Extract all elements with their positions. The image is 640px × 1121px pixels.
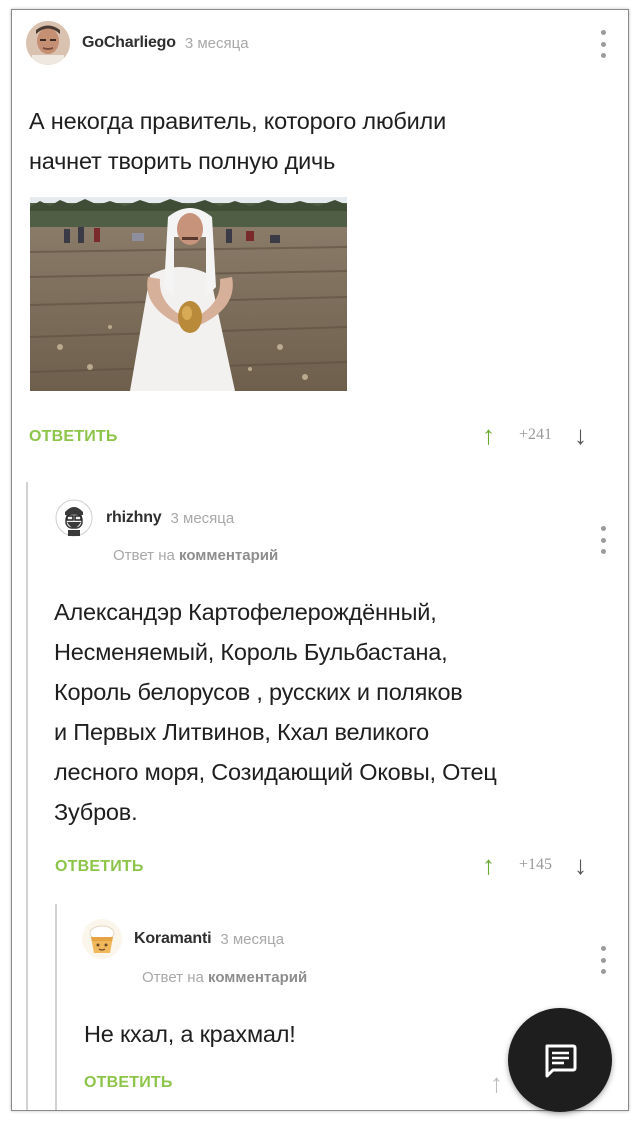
comment-header: GoCharliego 3 месяца — [26, 18, 249, 68]
comments-screen: GoCharliego 3 месяца А некогда правитель… — [11, 9, 629, 1111]
comment-fab-button[interactable] — [508, 1008, 612, 1112]
vote-widget: ↑ — [490, 1070, 503, 1096]
timestamp: 3 месяца — [220, 930, 285, 948]
score: +145 — [519, 856, 553, 873]
arrow-up-icon[interactable]: ↑ — [482, 852, 495, 878]
username[interactable]: rhizhny — [106, 509, 162, 527]
text-line: Несменяемый, Король Бульбастана, — [54, 639, 448, 665]
vote-widget: ↑ +241 ↓ — [482, 422, 587, 448]
more-vertical-icon[interactable] — [599, 946, 607, 974]
comment-text: Александэр Картофелерождённый, Несменяем… — [54, 592, 497, 832]
username[interactable]: GoCharliego — [82, 34, 176, 52]
arrow-up-icon[interactable]: ↑ — [482, 422, 495, 448]
reply-to-line: Ответ на комментарий — [113, 547, 278, 564]
comment-header: rhizhny 3 месяца — [54, 493, 234, 543]
timestamp: 3 месяца — [170, 509, 235, 527]
score: +241 — [519, 426, 553, 443]
username[interactable]: Koramanti — [134, 930, 212, 948]
avatar[interactable] — [82, 919, 122, 959]
comment-icon — [545, 1044, 577, 1078]
reply-to-link[interactable]: комментарий — [208, 969, 307, 986]
text-line: лесного моря, Созидающий Оковы, Отец — [54, 759, 497, 785]
more-vertical-icon[interactable] — [599, 30, 607, 58]
comment-text: Не кхал, а крахмал! — [84, 1014, 296, 1054]
avatar[interactable] — [26, 21, 70, 65]
arrow-down-icon[interactable]: ↓ — [574, 422, 587, 448]
reply-to-prefix: Ответ на — [113, 547, 175, 564]
arrow-up-icon[interactable]: ↑ — [490, 1070, 503, 1096]
text-line: и Первых Литвинов, Кхал великого — [54, 719, 430, 745]
reply-to-link[interactable]: комментарий — [179, 547, 278, 564]
text-line: А некогда правитель, которого любили — [29, 108, 446, 134]
text-line: Король белорусов , русских и поляков — [54, 679, 463, 705]
timestamp: 3 месяца — [184, 34, 249, 52]
reply-button[interactable]: ОТВЕТИТЬ — [29, 428, 118, 446]
vote-widget: ↑ +145 ↓ — [482, 852, 587, 878]
thread-line — [55, 904, 57, 1110]
avatar[interactable] — [54, 498, 94, 538]
reply-to-prefix: Ответ на — [142, 969, 204, 986]
comment-text: А некогда правитель, которого любили нач… — [29, 101, 446, 181]
arrow-down-icon[interactable]: ↓ — [574, 852, 587, 878]
text-line: Александэр Картофелерождённый, — [54, 599, 437, 625]
comment-image[interactable] — [30, 197, 347, 391]
reply-to-line: Ответ на комментарий — [142, 969, 307, 986]
comment-header: Koramanti 3 месяца — [82, 914, 284, 964]
more-vertical-icon[interactable] — [599, 526, 607, 554]
thread-line — [26, 482, 28, 1110]
text-line: Не кхал, а крахмал! — [84, 1021, 296, 1047]
text-line: Зубров. — [54, 799, 138, 825]
text-line: начнет творить полную дичь — [29, 148, 336, 174]
reply-button[interactable]: ОТВЕТИТЬ — [84, 1074, 173, 1092]
reply-button[interactable]: ОТВЕТИТЬ — [55, 858, 144, 876]
